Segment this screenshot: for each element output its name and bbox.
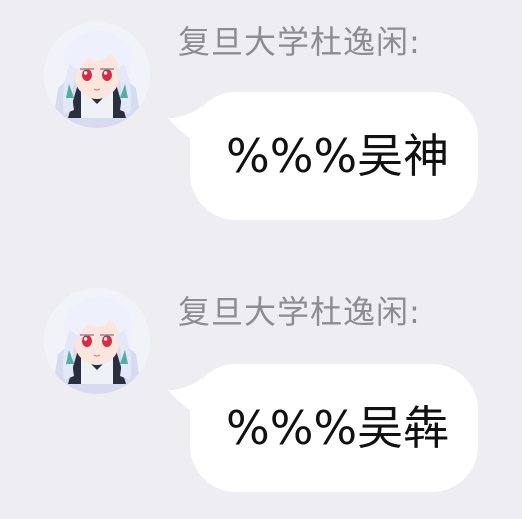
message-text: %%%吴神 <box>226 129 450 183</box>
message-text: %%%吴犇 <box>226 401 450 455</box>
message-bubble[interactable]: %%%吴神 <box>190 92 478 220</box>
chat-message: 复旦大学杜逸闲: %%%吴犇 <box>0 260 522 519</box>
avatar[interactable] <box>44 22 150 128</box>
sender-name: 复旦大学杜逸闲: <box>178 293 421 331</box>
message-bubble[interactable]: %%%吴犇 <box>190 364 478 492</box>
anime-girl-avatar-icon <box>44 288 150 394</box>
chat-message: 复旦大学杜逸闲: %%%吴神 <box>0 0 522 259</box>
sender-name: 复旦大学杜逸闲: <box>178 23 421 61</box>
avatar[interactable] <box>44 288 150 394</box>
anime-girl-avatar-icon <box>44 22 150 128</box>
